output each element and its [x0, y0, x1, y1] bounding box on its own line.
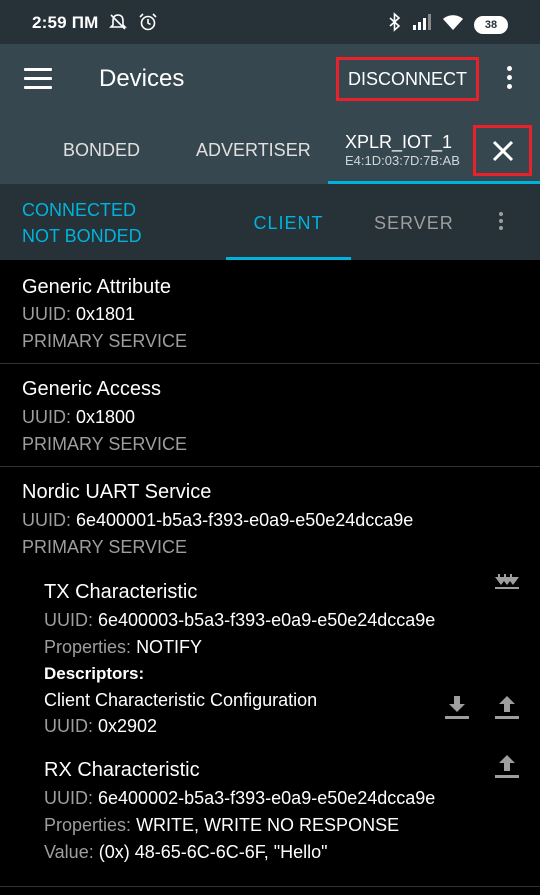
list-item-service[interactable]: Nordic UART Service UUID: 6e400001-b5a3-…	[0, 467, 540, 567]
device-address: E4:1D:03:7D:7B:AB	[345, 153, 460, 168]
close-device-button[interactable]	[473, 125, 532, 176]
device-tabs: BONDED ADVERTISER XPLR_IOT_1 E4:1D:03:7D…	[0, 116, 540, 184]
device-name: XPLR_IOT_1	[345, 132, 453, 152]
characteristic-uuid: UUID: 6e400003-b5a3-f393-e0a9-e50e24dcca…	[44, 610, 436, 630]
service-type: PRIMARY SERVICE	[22, 434, 188, 454]
list-item-service[interactable]: Generic Access UUID: 0x1800 PRIMARY SERV…	[0, 364, 540, 466]
service-type: PRIMARY SERVICE	[22, 331, 188, 351]
list-item-characteristic[interactable]: TX Characteristic UUID: 6e400003-b5a3-f3…	[0, 567, 540, 747]
overflow-icon[interactable]	[496, 212, 506, 234]
service-uuid: UUID: 6e400001-b5a3-f393-e0a9-e50e24dcca…	[22, 510, 414, 530]
notify-multiple-download-icon[interactable]	[491, 573, 523, 601]
close-icon	[492, 140, 513, 161]
characteristic-properties: Properties: NOTIFY	[44, 637, 203, 657]
service-name: Generic Attribute	[22, 276, 171, 298]
overflow-icon[interactable]	[503, 66, 515, 94]
bond-state: NOT BONDED	[22, 226, 142, 246]
page-title: Devices	[99, 65, 185, 92]
upload-icon[interactable]	[491, 694, 523, 722]
service-type: PRIMARY SERVICE	[22, 537, 188, 557]
bluetooth-icon	[388, 12, 402, 37]
characteristic-value: Value: (0x) 48-65-6C-6C-6F, "Hello"	[44, 842, 328, 862]
list-item-service[interactable]: Generic Attribute UUID: 0x1801 PRIMARY S…	[0, 260, 540, 363]
characteristic-properties: Properties: WRITE, WRITE NO RESPONSE	[44, 815, 400, 835]
divider	[0, 886, 540, 887]
alarm-icon	[138, 12, 158, 37]
status-bar: 2:59 ПМ 38	[0, 0, 540, 44]
descriptor-name: Client Characteristic Configuration	[44, 690, 318, 710]
mute-icon	[108, 12, 128, 37]
descriptor-uuid: UUID: 0x2902	[44, 716, 158, 736]
tab-server[interactable]: SERVER	[374, 213, 454, 234]
service-uuid: UUID: 0x1801	[22, 304, 136, 324]
wifi-icon	[442, 13, 464, 36]
tab-client[interactable]: CLIENT	[226, 213, 351, 260]
battery-icon: 38	[474, 15, 508, 34]
disconnect-button[interactable]: DISCONNECT	[336, 57, 479, 101]
menu-icon[interactable]	[24, 68, 52, 90]
descriptors-heading: Descriptors:	[44, 664, 145, 683]
characteristic-name: TX Characteristic	[44, 581, 198, 603]
signal-icon	[412, 13, 432, 36]
characteristic-uuid: UUID: 6e400002-b5a3-f393-e0a9-e50e24dcca…	[44, 788, 436, 808]
status-time: 2:59 ПМ	[32, 13, 99, 32]
service-uuid: UUID: 0x1800	[22, 407, 136, 427]
characteristic-name: RX Characteristic	[44, 759, 200, 781]
list-item-characteristic[interactable]: RX Characteristic UUID: 6e400002-b5a3-f3…	[0, 755, 540, 877]
tab-advertiser[interactable]: ADVERTISER	[196, 140, 311, 161]
connection-bar: CONNECTED NOT BONDED CLIENT SERVER	[0, 184, 540, 260]
tab-bonded[interactable]: BONDED	[63, 140, 140, 161]
upload-icon[interactable]	[491, 753, 523, 781]
download-icon[interactable]	[441, 694, 473, 722]
service-name: Nordic UART Service	[22, 481, 212, 503]
app-bar: Devices DISCONNECT	[0, 44, 540, 116]
service-name: Generic Access	[22, 378, 161, 400]
connection-state: CONNECTED	[22, 200, 137, 220]
